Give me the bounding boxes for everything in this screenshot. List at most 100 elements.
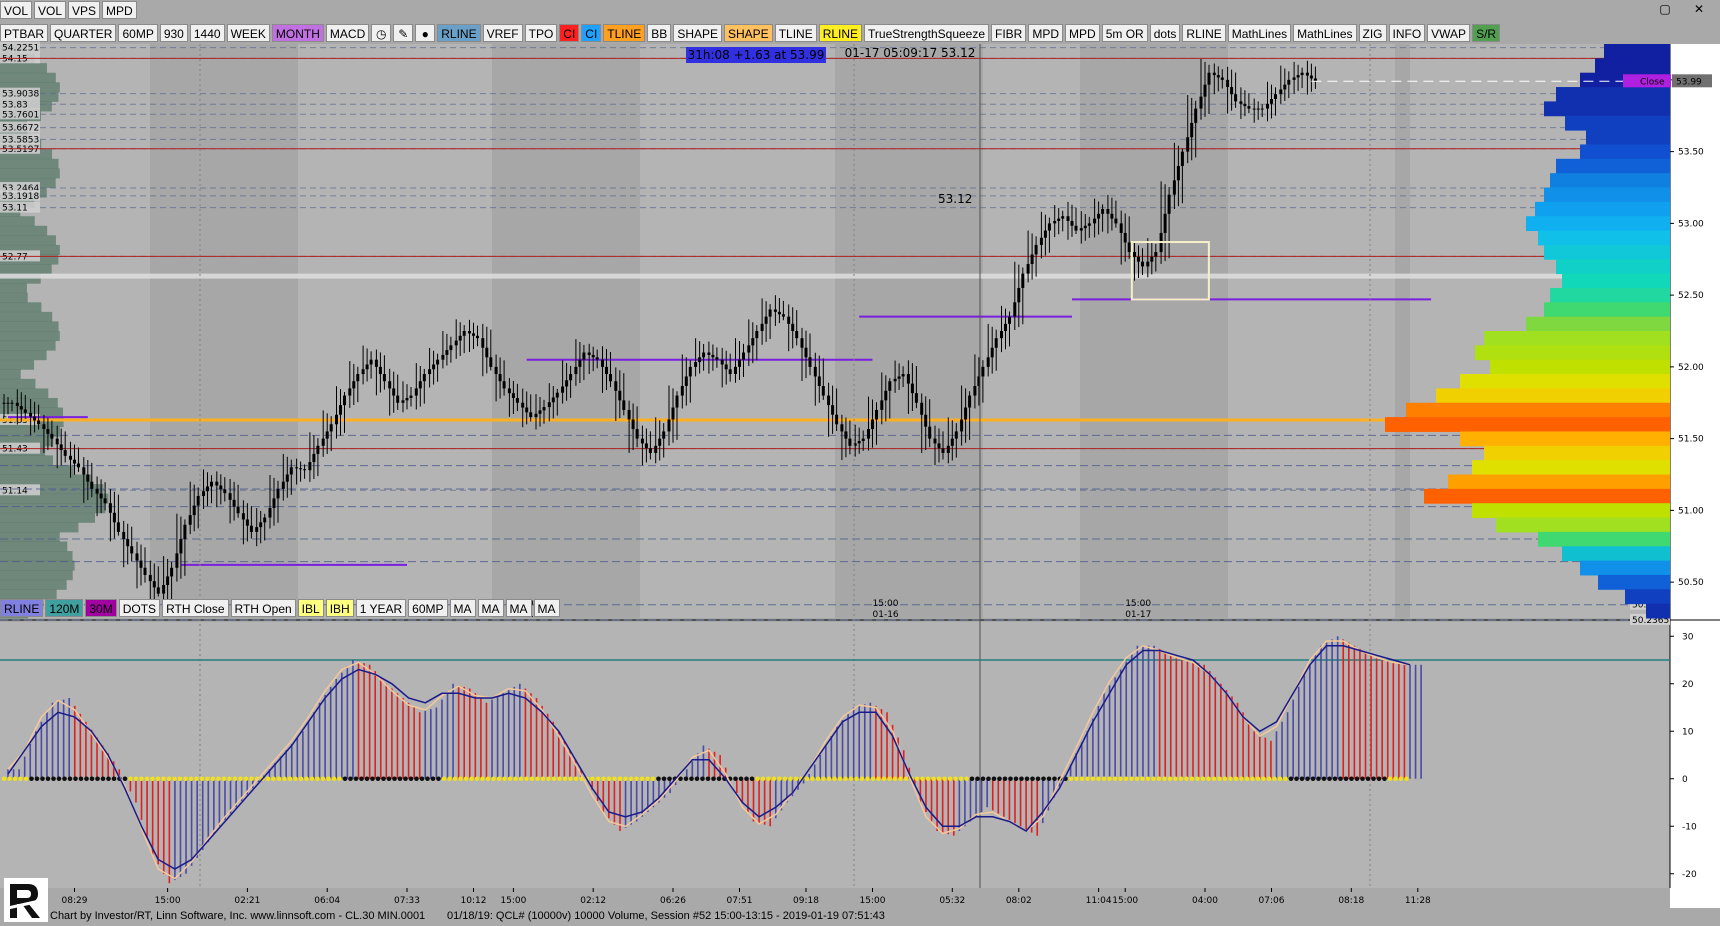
bar-body — [339, 405, 342, 415]
squeeze-dot — [298, 776, 304, 782]
bar-body — [791, 323, 795, 331]
bottom-120m-button[interactable]: 120M — [45, 599, 84, 617]
squeeze-dot — [183, 776, 188, 782]
left-level-label: 51.43 — [2, 445, 28, 455]
bar-body — [241, 513, 245, 520]
bar-body — [1180, 151, 1184, 166]
bar-body — [933, 438, 937, 444]
squeeze-dot — [524, 776, 529, 782]
bar-body — [795, 331, 799, 339]
session-shade — [492, 44, 640, 618]
bar-body — [648, 448, 652, 453]
squeeze-dot — [89, 776, 95, 782]
profile-bar — [1490, 359, 1670, 375]
left-profile-bar — [0, 589, 57, 600]
profile-bar — [1646, 603, 1670, 619]
left-profile-bar — [0, 359, 35, 370]
bar-body — [1034, 244, 1038, 255]
bar-body — [1021, 273, 1025, 288]
time-tick-label: 15:00 — [860, 896, 886, 906]
bar-body — [821, 386, 825, 396]
left-level-label: 52.77 — [2, 252, 28, 262]
squeeze-dot — [1354, 776, 1360, 782]
bar-body — [1154, 252, 1158, 257]
bar-body — [502, 381, 506, 389]
squeeze-dot — [276, 776, 282, 782]
bar-body — [405, 397, 409, 401]
bottom-rth-close-button[interactable]: RTH Close — [162, 599, 229, 617]
squeeze-dot — [271, 776, 276, 782]
bar-body — [1146, 261, 1150, 267]
squeeze-dot — [1052, 776, 1057, 782]
bottom-ibh-button[interactable]: IBH — [325, 599, 354, 617]
squeeze-dot — [1343, 776, 1349, 782]
bar-body — [1296, 75, 1300, 78]
squeeze-dot — [1239, 776, 1244, 782]
squeeze-dot — [1035, 776, 1041, 782]
bar-body — [99, 493, 103, 499]
squeeze-dot — [1266, 776, 1272, 782]
squeeze-dot — [34, 776, 40, 782]
bottom-ma-button[interactable]: MA — [477, 599, 504, 617]
bar-body — [968, 395, 972, 408]
price-tick-label: 51.00 — [1678, 506, 1704, 516]
bar-body — [635, 429, 639, 439]
bar-body — [781, 314, 785, 317]
squeeze-dot — [62, 776, 67, 782]
squeeze-dot — [502, 776, 507, 782]
bar-body — [436, 359, 440, 365]
bar-body — [228, 493, 232, 500]
bottom-rline-button[interactable]: RLINE — [0, 599, 44, 617]
left-profile-bar — [0, 455, 53, 466]
squeeze-dot — [1321, 776, 1327, 782]
squeeze-dot — [353, 776, 359, 782]
bottom-ma-button[interactable]: MA — [449, 599, 476, 617]
bottom-30m-button[interactable]: 30M — [85, 599, 117, 617]
time-tick-label: 15:00 — [1112, 896, 1138, 906]
squeeze-dot — [1178, 776, 1184, 782]
profile-bar — [1562, 273, 1670, 289]
squeeze-dot — [1156, 776, 1162, 782]
profile-bar — [1535, 201, 1670, 217]
bar-body — [409, 395, 413, 398]
profile-bar — [1460, 374, 1670, 389]
bar-body — [86, 474, 90, 482]
bar-body — [458, 335, 462, 341]
squeeze-dot — [529, 776, 535, 782]
bottom-ma-button[interactable]: MA — [505, 599, 532, 617]
bar-body — [1309, 75, 1313, 79]
bar-body — [964, 407, 968, 420]
squeeze-dot — [513, 776, 518, 782]
squeeze-dot — [898, 776, 903, 782]
squeeze-dot — [804, 776, 810, 782]
bar-body — [924, 414, 928, 427]
bar-body — [50, 433, 54, 439]
bottom-60mp-button[interactable]: 60MP — [408, 599, 448, 617]
bottom-rth-open-button[interactable]: RTH Open — [230, 599, 296, 617]
time-tick-label: 07:51 — [727, 896, 753, 906]
squeeze-dot — [331, 776, 337, 782]
squeeze-dot — [920, 776, 925, 782]
squeeze-dot — [771, 776, 777, 782]
bottom-1-year-button[interactable]: 1 YEAR — [355, 599, 407, 617]
bar-body — [232, 499, 236, 507]
bar-body — [316, 445, 320, 454]
squeeze-dot — [870, 776, 876, 782]
squeeze-dot — [612, 776, 617, 782]
squeeze-dot — [1398, 776, 1404, 782]
bar-body — [196, 496, 200, 506]
bottom-ibl-button[interactable]: IBL — [297, 599, 324, 617]
squeeze-dot — [441, 776, 447, 782]
bottom-dots-button[interactable]: DOTS — [118, 599, 161, 617]
bar-body — [658, 438, 662, 446]
squeeze-dot — [408, 776, 414, 782]
left-profile-bar — [0, 235, 56, 246]
bar-body — [1119, 223, 1123, 233]
squeeze-dot — [397, 776, 403, 782]
bottom-ma-button[interactable]: MA — [533, 599, 560, 617]
profile-bar — [1556, 158, 1670, 174]
squeeze-dot — [1299, 776, 1305, 782]
bar-body — [352, 381, 356, 389]
squeeze-dot — [700, 776, 705, 782]
price-chart[interactable]: 54.225154.1553.903853.8353.760153.667253… — [0, 0, 1720, 926]
